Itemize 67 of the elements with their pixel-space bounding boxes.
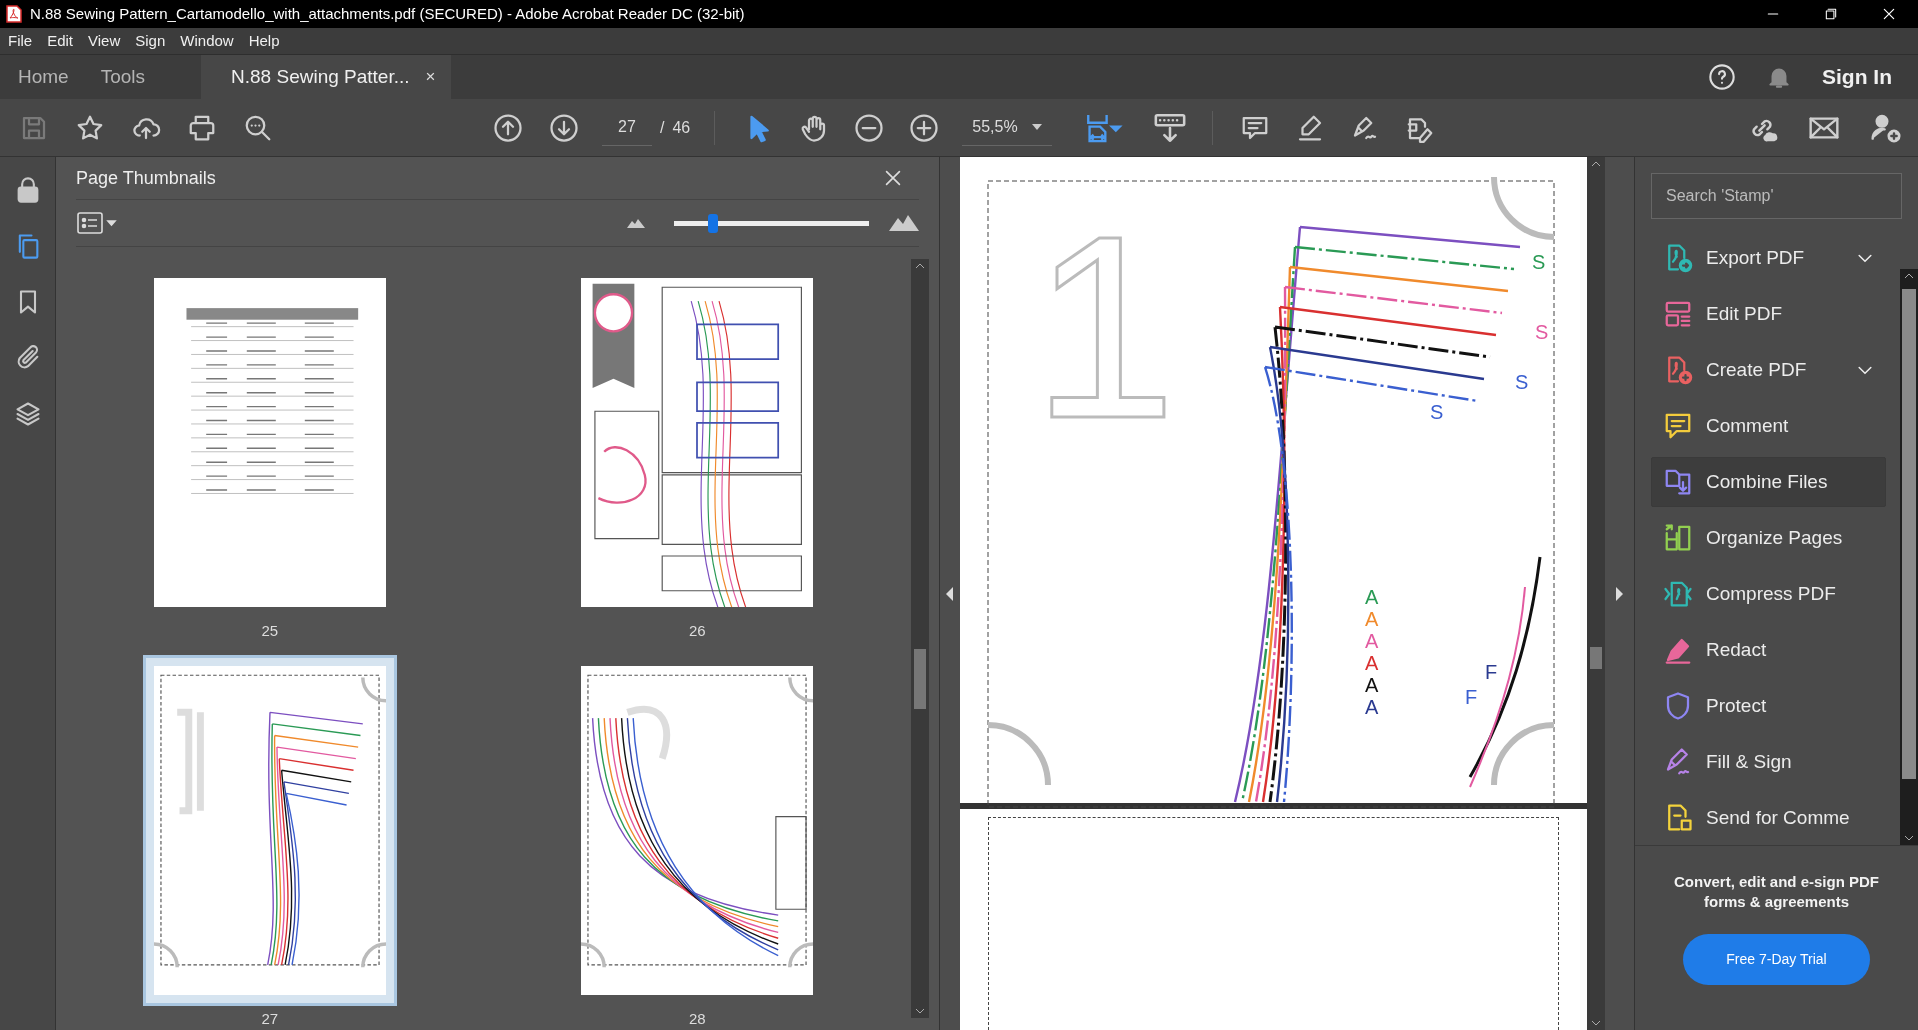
- document-scrollbar[interactable]: [1587, 157, 1605, 1030]
- tool-item[interactable]: Comment: [1651, 401, 1886, 451]
- slider-thumb[interactable]: [707, 213, 718, 233]
- scrollbar-thumb[interactable]: [1902, 289, 1916, 779]
- scrollbar-thumb[interactable]: [914, 649, 926, 709]
- tool-item[interactable]: Redact: [1651, 625, 1886, 675]
- scroll-up-icon[interactable]: [915, 263, 925, 269]
- tool-item[interactable]: Edit PDF: [1651, 289, 1886, 339]
- panel-title: Page Thumbnails: [76, 166, 216, 190]
- pattern-letter: A: [1365, 653, 1379, 673]
- tool-item[interactable]: Send for Comme: [1651, 793, 1886, 843]
- menu-item[interactable]: Sign: [129, 29, 172, 53]
- pattern-letter: S: [1532, 252, 1546, 272]
- scroll-up-icon[interactable]: [1904, 273, 1914, 279]
- page-mark-number: 1: [1032, 197, 1177, 457]
- pattern-letter: S: [1535, 322, 1549, 342]
- tool-item[interactable]: Organize Pages: [1651, 513, 1886, 563]
- large-mountain-icon[interactable]: [889, 215, 919, 232]
- pdf-file-icon: [6, 5, 22, 23]
- page-total: 46: [672, 117, 691, 138]
- menu-item[interactable]: View: [82, 29, 127, 53]
- page-number-field[interactable]: 27: [602, 109, 652, 146]
- pattern-letter: S: [1515, 372, 1529, 392]
- pattern-letter: A: [1365, 675, 1379, 695]
- list-view-icon[interactable]: [76, 211, 118, 236]
- document-tab[interactable]: N.88 Sewing Patter... ×: [201, 55, 452, 99]
- pattern-letter: F: [1485, 662, 1498, 682]
- nav-tab[interactable]: Tools: [100, 62, 146, 92]
- promo-text: Convert, edit and e-sign PDF forms & agreements: [1673, 872, 1880, 912]
- nav-tab[interactable]: Home: [18, 62, 69, 92]
- tool-item[interactable]: Combine Files: [1651, 457, 1886, 507]
- scrollbar[interactable]: [911, 259, 929, 1018]
- pattern-letter: F: [1465, 687, 1478, 707]
- zoom-dropdown[interactable]: 55,5%: [962, 109, 1053, 146]
- scroll-down-icon[interactable]: [1904, 835, 1914, 841]
- tool-item[interactable]: Protect: [1651, 681, 1886, 731]
- tab-close-button[interactable]: ×: [425, 64, 436, 90]
- free-trial-button[interactable]: Free 7-Day Trial: [1683, 934, 1870, 985]
- page-separator: /: [660, 117, 665, 138]
- scroll-down-icon[interactable]: [1591, 1020, 1601, 1026]
- page-number-label: 27: [261, 1008, 279, 1029]
- small-mountain-icon[interactable]: [627, 218, 645, 229]
- menu-item[interactable]: Help: [242, 29, 286, 53]
- sign-in-link[interactable]: Sign In: [1822, 61, 1892, 93]
- scroll-down-icon[interactable]: [915, 1008, 925, 1014]
- pattern-letter: S: [1430, 402, 1444, 422]
- tools-scrollbar[interactable]: [1900, 269, 1918, 845]
- tool-item[interactable]: Fill & Sign: [1651, 737, 1886, 787]
- page-number-label: 28: [688, 1008, 706, 1029]
- pattern-letter: A: [1365, 609, 1379, 629]
- window-title: N.88 Sewing Pattern_Cartamodello_with_attachments.pdf (SECURED) - Adobe Acrobat Reader DC (32-bit): [30, 3, 745, 24]
- pattern-letter: A: [1365, 697, 1379, 717]
- search-field[interactable]: Search 'Stamp': [1651, 173, 1902, 219]
- pattern-letter: A: [1365, 587, 1379, 607]
- scroll-up-icon[interactable]: [1591, 161, 1601, 167]
- pattern-letter: A: [1365, 631, 1379, 651]
- scrollbar-thumb[interactable]: [1590, 647, 1602, 669]
- help-icon[interactable]: [1708, 63, 1736, 91]
- tool-item[interactable]: Export PDF: [1651, 233, 1886, 283]
- menu-item[interactable]: Window: [174, 29, 240, 53]
- tool-item[interactable]: Create PDF: [1651, 345, 1886, 395]
- menu-item[interactable]: Edit: [41, 29, 80, 53]
- page-thumbnail[interactable]: [142, 654, 397, 1006]
- tool-item[interactable]: Compress PDF: [1651, 569, 1886, 619]
- page-number-label: 26: [688, 621, 706, 641]
- page-number-label: 25: [261, 621, 279, 641]
- menu-item[interactable]: File: [2, 29, 39, 53]
